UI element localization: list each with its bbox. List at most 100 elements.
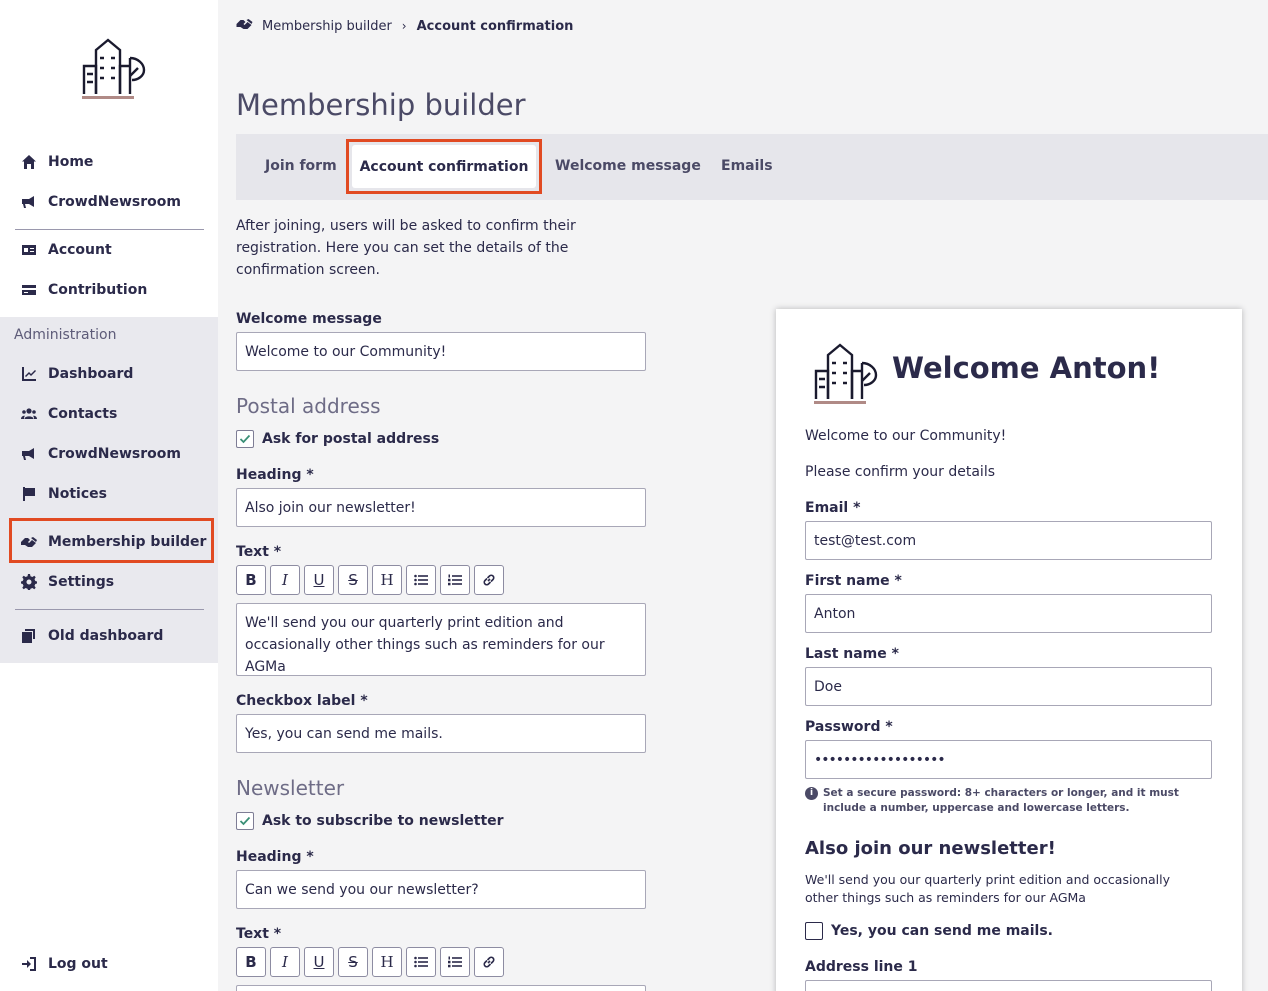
preview-newsletter-heading: Also join our newsletter! <box>805 838 1056 859</box>
heading-button[interactable]: H <box>372 947 402 977</box>
ask-newsletter-label: Ask to subscribe to newsletter <box>262 813 504 829</box>
intro-text: After joining, users will be asked to co… <box>236 218 576 278</box>
list-ul-icon <box>414 574 428 586</box>
gear-icon <box>20 573 38 591</box>
list-ol-icon <box>448 956 462 968</box>
underline-button[interactable]: U <box>304 565 334 595</box>
preview-password-input[interactable]: •••••••••••••••••• <box>805 740 1212 779</box>
ask-postal-checkbox-row[interactable]: Ask for postal address <box>236 429 439 449</box>
logo-icon <box>82 38 146 99</box>
preview-address-input[interactable] <box>805 980 1212 991</box>
postal-heading-input[interactable]: Also join our newsletter! <box>236 488 646 527</box>
numbered-list-button[interactable] <box>440 947 470 977</box>
tab-emails[interactable]: Emails <box>721 158 773 174</box>
users-icon <box>20 405 38 423</box>
sidebar-item-label: Contribution <box>48 282 148 298</box>
sidebar-item-home[interactable]: Home <box>20 150 93 174</box>
newsletter-heading-input[interactable]: Can we send you our newsletter? <box>236 870 646 909</box>
page-title: Membership builder <box>236 88 526 122</box>
underline-button[interactable]: U <box>304 947 334 977</box>
bold-button[interactable]: B <box>236 565 266 595</box>
sidebar-item-label: Settings <box>48 574 115 590</box>
newsletter-section-heading: Newsletter <box>236 776 345 800</box>
copy-icon <box>20 627 38 645</box>
newsletter-text-editor[interactable] <box>236 985 646 991</box>
link-button[interactable] <box>474 565 504 595</box>
ask-newsletter-checkbox-row[interactable]: Ask to subscribe to newsletter <box>236 811 504 831</box>
sidebar-item-contribution[interactable]: Contribution <box>20 278 147 302</box>
preview-newsletter-text: We'll send you our quarterly print editi… <box>805 872 1171 905</box>
preview-welcome-text: Welcome to our Community! <box>805 428 1007 444</box>
newsletter-text-toolbar: B I U S H <box>236 947 504 977</box>
sidebar-item-logout[interactable]: Log out <box>20 952 108 976</box>
flag-icon <box>20 485 38 503</box>
preview-mail-checkbox-row[interactable]: Yes, you can send me mails. <box>805 921 1053 941</box>
password-hint-text: Set a secure password: 8+ characters or … <box>823 787 1179 814</box>
preview-confirm-text: Please confirm your details <box>805 464 996 480</box>
tab-welcome-message[interactable]: Welcome message <box>555 158 701 174</box>
megaphone-icon <box>20 445 38 463</box>
postal-section-heading: Postal address <box>236 394 381 418</box>
italic-button[interactable]: I <box>270 947 300 977</box>
numbered-list-button[interactable] <box>440 565 470 595</box>
preview-password-label: Password * <box>805 719 893 735</box>
tab-account-confirmation[interactable]: Account confirmation <box>352 145 536 188</box>
sign-in-icon <box>20 955 38 973</box>
italic-button[interactable]: I <box>270 565 300 595</box>
breadcrumb: Membership builder › Account confirmatio… <box>236 16 573 36</box>
preview-mail-label: Yes, you can send me mails. <box>831 923 1053 939</box>
postal-text-toolbar: B I U S H <box>236 565 504 595</box>
password-hint: i Set a secure password: 8+ characters o… <box>805 786 1205 816</box>
breadcrumb-separator: › <box>401 19 407 33</box>
sidebar-item-label: Account <box>48 242 112 258</box>
preview-email-input[interactable]: test@test.com <box>805 521 1212 560</box>
sidebar-item-account[interactable]: Account <box>20 238 112 262</box>
bold-button[interactable]: B <box>236 947 266 977</box>
postal-text-label: Text * <box>236 544 282 560</box>
list-ol-icon <box>448 574 462 586</box>
sidebar-divider <box>15 229 204 230</box>
ask-postal-label: Ask for postal address <box>262 431 440 447</box>
strikethrough-button[interactable]: S <box>338 565 368 595</box>
strikethrough-button[interactable]: S <box>338 947 368 977</box>
sidebar-item-settings[interactable]: Settings <box>20 570 114 594</box>
home-icon <box>20 153 38 171</box>
sidebar-item-label: Dashboard <box>48 366 134 382</box>
postal-checkbox-label-input[interactable]: Yes, you can send me mails. <box>236 714 646 753</box>
welcome-message-input[interactable]: Welcome to our Community! <box>236 332 646 371</box>
checkbox-unchecked[interactable] <box>805 922 823 940</box>
preview-last-name-input[interactable]: Doe <box>805 667 1212 706</box>
link-button[interactable] <box>474 947 504 977</box>
tab-join-form[interactable]: Join form <box>265 158 337 174</box>
breadcrumb-parent-link[interactable]: Membership builder <box>262 19 392 34</box>
breadcrumb-current: Account confirmation <box>416 18 574 34</box>
heading-button[interactable]: H <box>372 565 402 595</box>
postal-heading-label: Heading * <box>236 467 314 483</box>
preview-first-name-label: First name * <box>805 573 902 589</box>
sidebar-divider <box>15 609 204 610</box>
preview-address-label: Address line 1 <box>805 959 918 975</box>
preview-first-name-input[interactable]: Anton <box>805 594 1212 633</box>
active-highlight <box>9 518 214 563</box>
sidebar-item-label: Log out <box>48 956 108 972</box>
sidebar-item-crowdnewsroom[interactable]: CrowdNewsroom <box>20 190 181 214</box>
bullet-list-button[interactable] <box>406 565 436 595</box>
sidebar-item-label: Home <box>48 154 94 170</box>
postal-text-editor[interactable]: We'll send you our quarterly print editi… <box>236 603 646 676</box>
preview-last-name-label: Last name * <box>805 646 899 662</box>
sidebar-item-notices[interactable]: Notices <box>20 482 107 506</box>
preview-title: Welcome Anton! <box>892 351 1161 385</box>
sidebar-item-crowdnewsroom-admin[interactable]: CrowdNewsroom <box>20 442 181 466</box>
chart-line-icon <box>20 365 38 383</box>
megaphone-icon <box>20 193 38 211</box>
sidebar-item-old-dashboard[interactable]: Old dashboard <box>20 624 163 648</box>
sidebar-item-contacts[interactable]: Contacts <box>20 402 117 426</box>
newsletter-heading-label: Heading * <box>236 849 314 865</box>
checkbox-checked[interactable] <box>236 430 254 448</box>
bullet-list-button[interactable] <box>406 947 436 977</box>
preview-email-label: Email * <box>805 500 861 516</box>
checkbox-checked[interactable] <box>236 812 254 830</box>
postal-checkbox-label-label: Checkbox label * <box>236 693 368 709</box>
sidebar-item-dashboard[interactable]: Dashboard <box>20 362 133 386</box>
logo-icon <box>814 343 878 404</box>
